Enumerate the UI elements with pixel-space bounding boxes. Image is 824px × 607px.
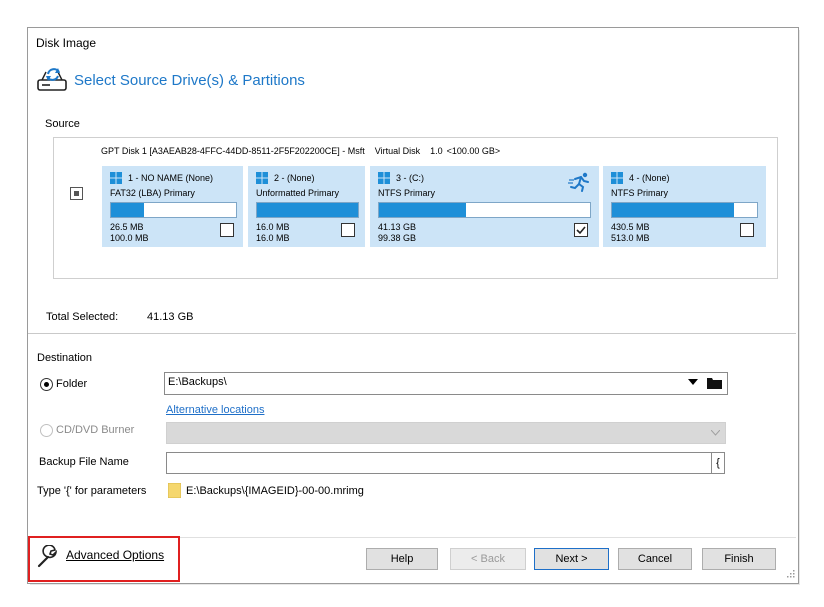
partition-name: 1 - NO NAME (None) (128, 173, 214, 183)
dropdown-arrow-icon[interactable] (688, 379, 698, 386)
finish-button[interactable]: Finish (702, 548, 776, 570)
windows-icon (378, 172, 390, 184)
wrench-icon[interactable] (36, 545, 60, 569)
partition-checkbox-3[interactable] (574, 223, 588, 237)
next-button[interactable]: Next > (534, 548, 609, 570)
chevron-down-icon (711, 430, 720, 436)
parameters-hint: Type '{' for parameters (37, 485, 147, 497)
parameter-button[interactable]: { (711, 452, 725, 474)
partition-usage-fill (612, 203, 734, 217)
source-label: Source (45, 118, 80, 130)
partition-total: 513.0 MB (611, 233, 650, 243)
partition-type: NTFS Primary (378, 188, 435, 198)
cd-dvd-radio[interactable] (40, 424, 53, 437)
disk-size: <100.00 GB> (446, 146, 501, 156)
resize-grip-icon[interactable] (787, 570, 795, 578)
partition-total: 99.38 GB (378, 233, 417, 243)
alternative-locations-link[interactable]: Alternative locations (166, 404, 264, 416)
partition-total: 16.0 MB (256, 233, 290, 243)
running-man-icon (568, 172, 589, 192)
partition-type: FAT32 (LBA) Primary (110, 188, 195, 198)
cd-dvd-label: CD/DVD Burner (56, 424, 135, 436)
partition-card-4[interactable]: 4 - (None) NTFS Primary 430.5 MB 513.0 M… (603, 166, 766, 247)
partition-total: 100.0 MB (110, 233, 149, 243)
cd-dvd-combo (166, 422, 726, 444)
partition-card-3[interactable]: 3 - (C:) NTFS Primary 41.13 GB 99.38 GB (370, 166, 599, 247)
partition-usage-fill (111, 203, 144, 217)
file-icon (168, 483, 181, 498)
windows-icon (611, 172, 623, 184)
partition-usage-fill (257, 203, 358, 217)
back-button[interactable]: < Back (450, 548, 526, 570)
advanced-options-link[interactable]: Advanced Options (66, 548, 164, 562)
partition-card-1[interactable]: 1 - NO NAME (None) FAT32 (LBA) Primary 2… (102, 166, 243, 247)
partition-name: 4 - (None) (629, 173, 670, 183)
folder-browse-icon[interactable] (707, 376, 722, 389)
partition-checkbox-1[interactable] (220, 223, 234, 237)
partition-name: 3 - (C:) (396, 173, 424, 183)
partition-usage-bar (256, 202, 359, 218)
disk-info: GPT Disk 1 [A3AEAB28-4FFC-44DD-8511-2F5F… (101, 146, 510, 156)
dialog-window (27, 27, 799, 584)
partition-usage-bar (611, 202, 758, 218)
partition-checkbox-4[interactable] (740, 223, 754, 237)
folder-radio-label: Folder (56, 378, 88, 390)
backup-file-name-label: Backup File Name (39, 456, 129, 468)
partition-used: 26.5 MB (110, 222, 144, 232)
partition-checkbox-2[interactable] (341, 223, 355, 237)
total-selected-label: Total Selected: (46, 311, 119, 323)
resulting-file-path: E:\Backups\{IMAGEID}-00-00.mrimg (186, 485, 364, 497)
folder-path-combo[interactable]: E:\Backups\ (164, 372, 728, 395)
disk-name: GPT Disk 1 [A3AEAB28-4FFC-44DD-8511-2F5F… (101, 146, 365, 156)
partition-used: 41.13 GB (378, 222, 417, 232)
partition-used: 430.5 MB (611, 222, 650, 232)
partition-usage-bar (110, 202, 237, 218)
windows-icon (110, 172, 122, 184)
disk-type: Virtual Disk (374, 146, 421, 156)
folder-path-value: E:\Backups\ (168, 376, 227, 388)
folder-radio[interactable] (40, 378, 53, 391)
partition-usage-fill (379, 203, 466, 217)
partition-name: 2 - (None) (274, 173, 315, 183)
page-title: Select Source Drive(s) & Partitions (74, 72, 305, 89)
partition-type: NTFS Primary (611, 188, 668, 198)
backup-file-name-input[interactable] (166, 452, 713, 474)
checkmark-icon (576, 226, 586, 235)
cancel-button[interactable]: Cancel (618, 548, 692, 570)
section-divider (28, 333, 796, 334)
disk-image-icon (37, 68, 67, 91)
windows-icon (256, 172, 268, 184)
partition-card-2[interactable]: 2 - (None) Unformatted Primary 16.0 MB 1… (248, 166, 365, 247)
disk-version: 1.0 (430, 146, 443, 156)
disk-select-checkbox[interactable] (70, 187, 83, 200)
help-button[interactable]: Help (366, 548, 438, 570)
partition-type: Unformatted Primary (256, 188, 340, 198)
partition-used: 16.0 MB (256, 222, 290, 232)
window-title: Disk Image (36, 36, 97, 50)
destination-label: Destination (37, 352, 93, 364)
partition-usage-bar (378, 202, 591, 218)
total-selected-value: 41.13 GB (147, 311, 194, 323)
